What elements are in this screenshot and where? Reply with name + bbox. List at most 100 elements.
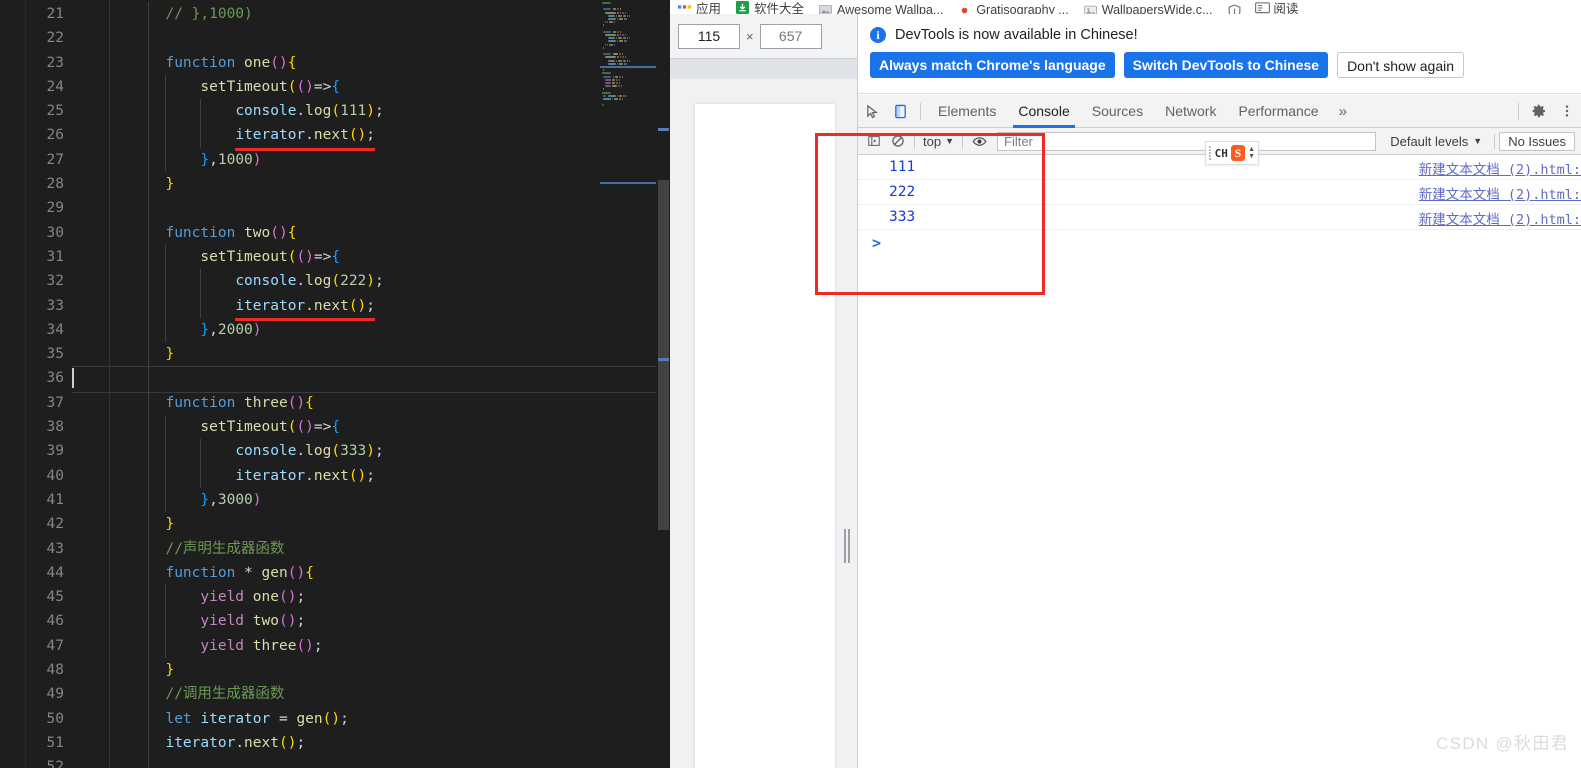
editor-code-line[interactable]: },1000) bbox=[110, 147, 670, 173]
console-filter-input[interactable]: Filter bbox=[997, 131, 1377, 151]
bookmark-item-3[interactable]: Awesome Wallpa... bbox=[819, 3, 943, 14]
console-message-source-link[interactable]: 新建文本文档 (2).html: bbox=[1419, 155, 1581, 180]
device-toolbar-icon[interactable] bbox=[886, 97, 914, 125]
csdn-watermark: CSDN @秋田君 bbox=[1436, 734, 1569, 753]
tab-elements[interactable]: Elements bbox=[927, 95, 1007, 128]
devtools-tab-list[interactable]: Elements Console Sources Network Performance bbox=[927, 95, 1330, 128]
bookmark-item-7[interactable]: 阅读 bbox=[1255, 0, 1298, 14]
banner-button-group[interactable]: Always match Chrome's language Switch Dev… bbox=[858, 43, 1581, 78]
device-emulation-viewport-area bbox=[670, 59, 857, 768]
editor-code-line[interactable]: console.log(111); bbox=[110, 99, 670, 124]
ime-status-widget[interactable]: CH S ▲ ▼ bbox=[1205, 141, 1259, 165]
indent-guide bbox=[165, 463, 167, 488]
ime-drag-handle-icon[interactable] bbox=[1209, 146, 1212, 160]
vertical-dots-icon[interactable] bbox=[1553, 97, 1581, 125]
editor-code-line[interactable]: iterator.next(); bbox=[110, 293, 670, 322]
code-editor-pane[interactable]: 21 22 23 24 25 26 27 28 29 30 31 32 33 34 35 36 37 38 39 40… bbox=[0, 0, 670, 768]
bookmarks-bar[interactable]: 应用 软件大全 Awesome Wallpa... Gratisography ...… bbox=[670, 0, 1581, 14]
console-input-prompt[interactable]: > bbox=[858, 230, 1581, 255]
minimap-line bbox=[603, 69, 605, 72]
console-message-row[interactable]: 333 新建文本文档 (2).html: bbox=[858, 205, 1581, 230]
console-message-row[interactable]: 222 新建文本文档 (2).html: bbox=[858, 180, 1581, 205]
editor-scrollbar-thumb[interactable] bbox=[658, 180, 669, 530]
inspect-cursor-icon[interactable] bbox=[858, 97, 886, 125]
editor-code-line[interactable]: } bbox=[110, 512, 670, 537]
ime-expand-icon[interactable]: ▲ ▼ bbox=[1248, 146, 1255, 160]
bookmark-item-5[interactable]: WallpapersWide.c... bbox=[1083, 3, 1212, 14]
minimap-line bbox=[607, 59, 615, 62]
editor-code-line[interactable]: } bbox=[110, 172, 670, 197]
editor-code-line[interactable]: // },1000) bbox=[110, 2, 670, 27]
editor-minimap[interactable] bbox=[600, 0, 656, 768]
code-token: { bbox=[287, 54, 297, 71]
editor-scrollbar[interactable] bbox=[656, 0, 670, 768]
indent-guide bbox=[148, 755, 149, 768]
editor-code-line[interactable] bbox=[110, 26, 670, 51]
editor-code-line[interactable]: yield three(); bbox=[110, 633, 670, 659]
editor-line-number: 44 bbox=[46, 564, 64, 581]
editor-code-line[interactable]: } bbox=[110, 658, 670, 683]
editor-code-line[interactable]: //调用生成器函数 bbox=[110, 682, 670, 707]
editor-code-line[interactable] bbox=[110, 196, 670, 221]
indent-guide bbox=[165, 487, 167, 513]
editor-code-line[interactable]: iterator.next(); bbox=[110, 463, 670, 488]
editor-code-line[interactable]: },3000) bbox=[110, 487, 670, 513]
editor-code-line[interactable]: setTimeout(()=>{ bbox=[110, 244, 670, 270]
editor-code-line[interactable] bbox=[110, 755, 670, 768]
execution-context-selector[interactable]: top ▼ bbox=[919, 134, 958, 149]
tab-console[interactable]: Console bbox=[1007, 95, 1080, 128]
minimap-line bbox=[622, 94, 625, 97]
code-line-text: setTimeout(()=>{ bbox=[148, 419, 340, 435]
banner-button-2[interactable]: Switch DevTools to Chinese bbox=[1123, 52, 1329, 78]
console-message-source-link[interactable]: 新建文本文档 (2).html: bbox=[1419, 180, 1581, 205]
tab-overflow-icon[interactable]: » bbox=[1330, 103, 1356, 120]
live-expression-eye-icon[interactable] bbox=[967, 130, 991, 152]
editor-code-line[interactable]: yield one(); bbox=[110, 585, 670, 610]
console-message-source-link[interactable]: 新建文本文档 (2).html: bbox=[1419, 205, 1581, 230]
banner-button-3[interactable]: Don't show again bbox=[1337, 52, 1465, 78]
emulated-page-canvas[interactable] bbox=[695, 104, 835, 768]
console-sidebar-icon[interactable] bbox=[862, 130, 886, 152]
editor-code-line[interactable]: },2000) bbox=[110, 317, 670, 343]
bookmark-item-2[interactable]: 软件大全 bbox=[736, 0, 804, 14]
editor-code-line[interactable]: setTimeout(()=>{ bbox=[110, 415, 670, 440]
editor-code-line[interactable]: yield two(); bbox=[110, 609, 670, 634]
issues-button[interactable]: No Issues bbox=[1499, 131, 1575, 151]
editor-code-line[interactable]: setTimeout(()=>{ bbox=[110, 74, 670, 100]
editor-code-line[interactable]: function two(){ bbox=[110, 220, 670, 245]
console-message-list[interactable]: 111 新建文本文档 (2).html: 222 新建文本文档 (2).html: 33… bbox=[858, 155, 1581, 768]
minimap-line bbox=[602, 91, 612, 94]
banner-button-1[interactable]: Always match Chrome's language bbox=[870, 52, 1115, 78]
bookmark-item-1[interactable]: 应用 bbox=[678, 0, 721, 14]
editor-code-line[interactable]: console.log(222); bbox=[110, 269, 670, 294]
editor-code-line[interactable]: let iterator = gen(); bbox=[110, 706, 670, 731]
editor-code-line[interactable]: function three(){ bbox=[110, 390, 670, 416]
editor-code-line[interactable]: iterator.next(); bbox=[110, 730, 670, 756]
tab-network[interactable]: Network bbox=[1154, 95, 1227, 128]
code-line-text: function three(){ bbox=[148, 395, 313, 411]
editor-code-line[interactable]: //声明生成器函数 bbox=[110, 536, 670, 561]
code-line-text: //调用生成器函数 bbox=[148, 686, 284, 702]
editor-code-area[interactable]: // },1000) function one(){ setTimeout(()… bbox=[72, 0, 670, 768]
devtools-tab-bar[interactable]: Elements Console Sources Network Performance… bbox=[858, 95, 1581, 128]
bookmark-item-4[interactable]: Gratisography ... bbox=[958, 3, 1069, 14]
gear-icon[interactable] bbox=[1525, 97, 1553, 125]
editor-code-line[interactable]: function one(){ bbox=[110, 50, 670, 75]
editor-code-line[interactable]: function * gen(){ bbox=[110, 560, 670, 586]
editor-code-line[interactable]: console.log(333); bbox=[110, 439, 670, 464]
bookmark-item-6[interactable] bbox=[1227, 4, 1241, 14]
tab-sources[interactable]: Sources bbox=[1081, 95, 1154, 128]
indent-guide bbox=[148, 172, 149, 197]
editor-code-line[interactable]: } bbox=[110, 342, 670, 367]
editor-code-line[interactable]: iterator.next(); bbox=[110, 123, 670, 152]
clear-console-icon[interactable] bbox=[886, 130, 910, 152]
viewport-height-input[interactable] bbox=[759, 23, 822, 49]
log-levels-selector[interactable]: Default levels ▼ bbox=[1382, 134, 1490, 149]
indent-guide bbox=[148, 269, 149, 294]
viewport-width-input[interactable] bbox=[678, 23, 740, 49]
viewport-resize-handle[interactable] bbox=[842, 529, 851, 563]
tab-performance[interactable]: Performance bbox=[1227, 95, 1329, 128]
editor-code-line[interactable] bbox=[72, 366, 670, 394]
device-emulation-toolbar[interactable]: × bbox=[670, 14, 857, 59]
